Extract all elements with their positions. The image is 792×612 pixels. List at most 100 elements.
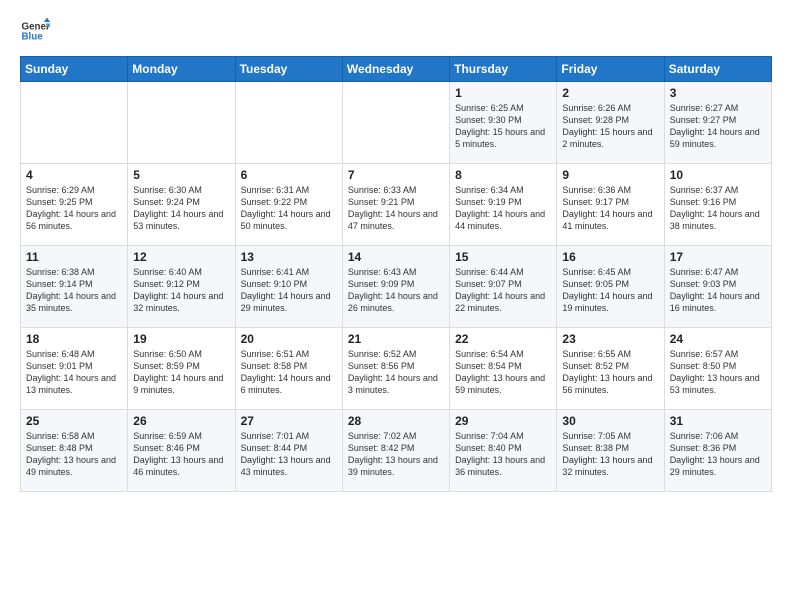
- cell-3-1: 11 Sunrise: 6:38 AM Sunset: 9:14 PM Dayli…: [21, 246, 128, 328]
- day-number: 24: [670, 332, 766, 346]
- day-number: 23: [562, 332, 658, 346]
- cell-5-4: 28 Sunrise: 7:02 AM Sunset: 8:42 PM Dayli…: [342, 410, 449, 492]
- day-number: 4: [26, 168, 122, 182]
- cell-content: Sunrise: 7:06 AM Sunset: 8:36 PM Dayligh…: [670, 430, 766, 479]
- page-header: General Blue: [20, 16, 772, 46]
- cell-1-5: 1 Sunrise: 6:25 AM Sunset: 9:30 PM Daylig…: [450, 82, 557, 164]
- cell-content: Sunrise: 7:04 AM Sunset: 8:40 PM Dayligh…: [455, 430, 551, 479]
- cell-content: Sunrise: 6:33 AM Sunset: 9:21 PM Dayligh…: [348, 184, 444, 233]
- cell-content: Sunrise: 6:57 AM Sunset: 8:50 PM Dayligh…: [670, 348, 766, 397]
- cell-content: Sunrise: 7:02 AM Sunset: 8:42 PM Dayligh…: [348, 430, 444, 479]
- cell-3-2: 12 Sunrise: 6:40 AM Sunset: 9:12 PM Dayli…: [128, 246, 235, 328]
- cell-1-3: [235, 82, 342, 164]
- cell-content: Sunrise: 6:26 AM Sunset: 9:28 PM Dayligh…: [562, 102, 658, 151]
- cell-content: Sunrise: 6:45 AM Sunset: 9:05 PM Dayligh…: [562, 266, 658, 315]
- svg-text:Blue: Blue: [22, 31, 44, 42]
- logo-icon: General Blue: [20, 16, 50, 46]
- cell-5-7: 31 Sunrise: 7:06 AM Sunset: 8:36 PM Dayli…: [664, 410, 771, 492]
- cell-1-6: 2 Sunrise: 6:26 AM Sunset: 9:28 PM Daylig…: [557, 82, 664, 164]
- cell-content: Sunrise: 6:29 AM Sunset: 9:25 PM Dayligh…: [26, 184, 122, 233]
- day-number: 9: [562, 168, 658, 182]
- cell-2-1: 4 Sunrise: 6:29 AM Sunset: 9:25 PM Daylig…: [21, 164, 128, 246]
- week-row-5: 25 Sunrise: 6:58 AM Sunset: 8:48 PM Dayli…: [21, 410, 772, 492]
- cell-content: Sunrise: 7:05 AM Sunset: 8:38 PM Dayligh…: [562, 430, 658, 479]
- cell-2-5: 8 Sunrise: 6:34 AM Sunset: 9:19 PM Daylig…: [450, 164, 557, 246]
- cell-3-5: 15 Sunrise: 6:44 AM Sunset: 9:07 PM Dayli…: [450, 246, 557, 328]
- cell-1-4: [342, 82, 449, 164]
- cell-4-2: 19 Sunrise: 6:50 AM Sunset: 8:59 PM Dayli…: [128, 328, 235, 410]
- week-row-1: 1 Sunrise: 6:25 AM Sunset: 9:30 PM Daylig…: [21, 82, 772, 164]
- day-number: 5: [133, 168, 229, 182]
- cell-content: Sunrise: 6:51 AM Sunset: 8:58 PM Dayligh…: [241, 348, 337, 397]
- cell-content: Sunrise: 6:44 AM Sunset: 9:07 PM Dayligh…: [455, 266, 551, 315]
- header-tuesday: Tuesday: [235, 57, 342, 82]
- cell-content: Sunrise: 6:31 AM Sunset: 9:22 PM Dayligh…: [241, 184, 337, 233]
- day-number: 18: [26, 332, 122, 346]
- day-number: 31: [670, 414, 766, 428]
- day-number: 25: [26, 414, 122, 428]
- cell-4-6: 23 Sunrise: 6:55 AM Sunset: 8:52 PM Dayli…: [557, 328, 664, 410]
- day-number: 6: [241, 168, 337, 182]
- cell-content: Sunrise: 6:48 AM Sunset: 9:01 PM Dayligh…: [26, 348, 122, 397]
- day-number: 15: [455, 250, 551, 264]
- day-number: 27: [241, 414, 337, 428]
- cell-content: Sunrise: 6:38 AM Sunset: 9:14 PM Dayligh…: [26, 266, 122, 315]
- day-number: 10: [670, 168, 766, 182]
- week-row-4: 18 Sunrise: 6:48 AM Sunset: 9:01 PM Dayli…: [21, 328, 772, 410]
- cell-content: Sunrise: 6:50 AM Sunset: 8:59 PM Dayligh…: [133, 348, 229, 397]
- cell-2-2: 5 Sunrise: 6:30 AM Sunset: 9:24 PM Daylig…: [128, 164, 235, 246]
- day-number: 26: [133, 414, 229, 428]
- day-number: 16: [562, 250, 658, 264]
- day-number: 17: [670, 250, 766, 264]
- day-number: 21: [348, 332, 444, 346]
- day-number: 12: [133, 250, 229, 264]
- cell-content: Sunrise: 6:52 AM Sunset: 8:56 PM Dayligh…: [348, 348, 444, 397]
- cell-3-6: 16 Sunrise: 6:45 AM Sunset: 9:05 PM Dayli…: [557, 246, 664, 328]
- cell-content: Sunrise: 7:01 AM Sunset: 8:44 PM Dayligh…: [241, 430, 337, 479]
- cell-content: Sunrise: 6:25 AM Sunset: 9:30 PM Dayligh…: [455, 102, 551, 151]
- day-number: 3: [670, 86, 766, 100]
- cell-4-5: 22 Sunrise: 6:54 AM Sunset: 8:54 PM Dayli…: [450, 328, 557, 410]
- day-number: 22: [455, 332, 551, 346]
- day-number: 7: [348, 168, 444, 182]
- cell-content: Sunrise: 6:41 AM Sunset: 9:10 PM Dayligh…: [241, 266, 337, 315]
- cell-content: Sunrise: 6:37 AM Sunset: 9:16 PM Dayligh…: [670, 184, 766, 233]
- day-number: 13: [241, 250, 337, 264]
- day-number: 28: [348, 414, 444, 428]
- cell-content: Sunrise: 6:55 AM Sunset: 8:52 PM Dayligh…: [562, 348, 658, 397]
- cell-1-7: 3 Sunrise: 6:27 AM Sunset: 9:27 PM Daylig…: [664, 82, 771, 164]
- day-number: 30: [562, 414, 658, 428]
- cell-5-3: 27 Sunrise: 7:01 AM Sunset: 8:44 PM Dayli…: [235, 410, 342, 492]
- cell-5-1: 25 Sunrise: 6:58 AM Sunset: 8:48 PM Dayli…: [21, 410, 128, 492]
- day-number: 11: [26, 250, 122, 264]
- cell-content: Sunrise: 6:30 AM Sunset: 9:24 PM Dayligh…: [133, 184, 229, 233]
- cell-5-2: 26 Sunrise: 6:59 AM Sunset: 8:46 PM Dayli…: [128, 410, 235, 492]
- day-number: 1: [455, 86, 551, 100]
- day-number: 2: [562, 86, 658, 100]
- calendar-header-row: SundayMondayTuesdayWednesdayThursdayFrid…: [21, 57, 772, 82]
- cell-content: Sunrise: 6:34 AM Sunset: 9:19 PM Dayligh…: [455, 184, 551, 233]
- cell-3-3: 13 Sunrise: 6:41 AM Sunset: 9:10 PM Dayli…: [235, 246, 342, 328]
- cell-content: Sunrise: 6:47 AM Sunset: 9:03 PM Dayligh…: [670, 266, 766, 315]
- header-monday: Monday: [128, 57, 235, 82]
- cell-content: Sunrise: 6:36 AM Sunset: 9:17 PM Dayligh…: [562, 184, 658, 233]
- cell-5-6: 30 Sunrise: 7:05 AM Sunset: 8:38 PM Dayli…: [557, 410, 664, 492]
- week-row-3: 11 Sunrise: 6:38 AM Sunset: 9:14 PM Dayli…: [21, 246, 772, 328]
- cell-content: Sunrise: 6:58 AM Sunset: 8:48 PM Dayligh…: [26, 430, 122, 479]
- header-friday: Friday: [557, 57, 664, 82]
- header-thursday: Thursday: [450, 57, 557, 82]
- day-number: 14: [348, 250, 444, 264]
- cell-content: Sunrise: 6:27 AM Sunset: 9:27 PM Dayligh…: [670, 102, 766, 151]
- cell-content: Sunrise: 6:40 AM Sunset: 9:12 PM Dayligh…: [133, 266, 229, 315]
- cell-content: Sunrise: 6:59 AM Sunset: 8:46 PM Dayligh…: [133, 430, 229, 479]
- logo: General Blue: [20, 16, 50, 46]
- day-number: 8: [455, 168, 551, 182]
- day-number: 20: [241, 332, 337, 346]
- header-sunday: Sunday: [21, 57, 128, 82]
- cell-4-4: 21 Sunrise: 6:52 AM Sunset: 8:56 PM Dayli…: [342, 328, 449, 410]
- header-saturday: Saturday: [664, 57, 771, 82]
- header-wednesday: Wednesday: [342, 57, 449, 82]
- cell-content: Sunrise: 6:54 AM Sunset: 8:54 PM Dayligh…: [455, 348, 551, 397]
- cell-4-1: 18 Sunrise: 6:48 AM Sunset: 9:01 PM Dayli…: [21, 328, 128, 410]
- day-number: 19: [133, 332, 229, 346]
